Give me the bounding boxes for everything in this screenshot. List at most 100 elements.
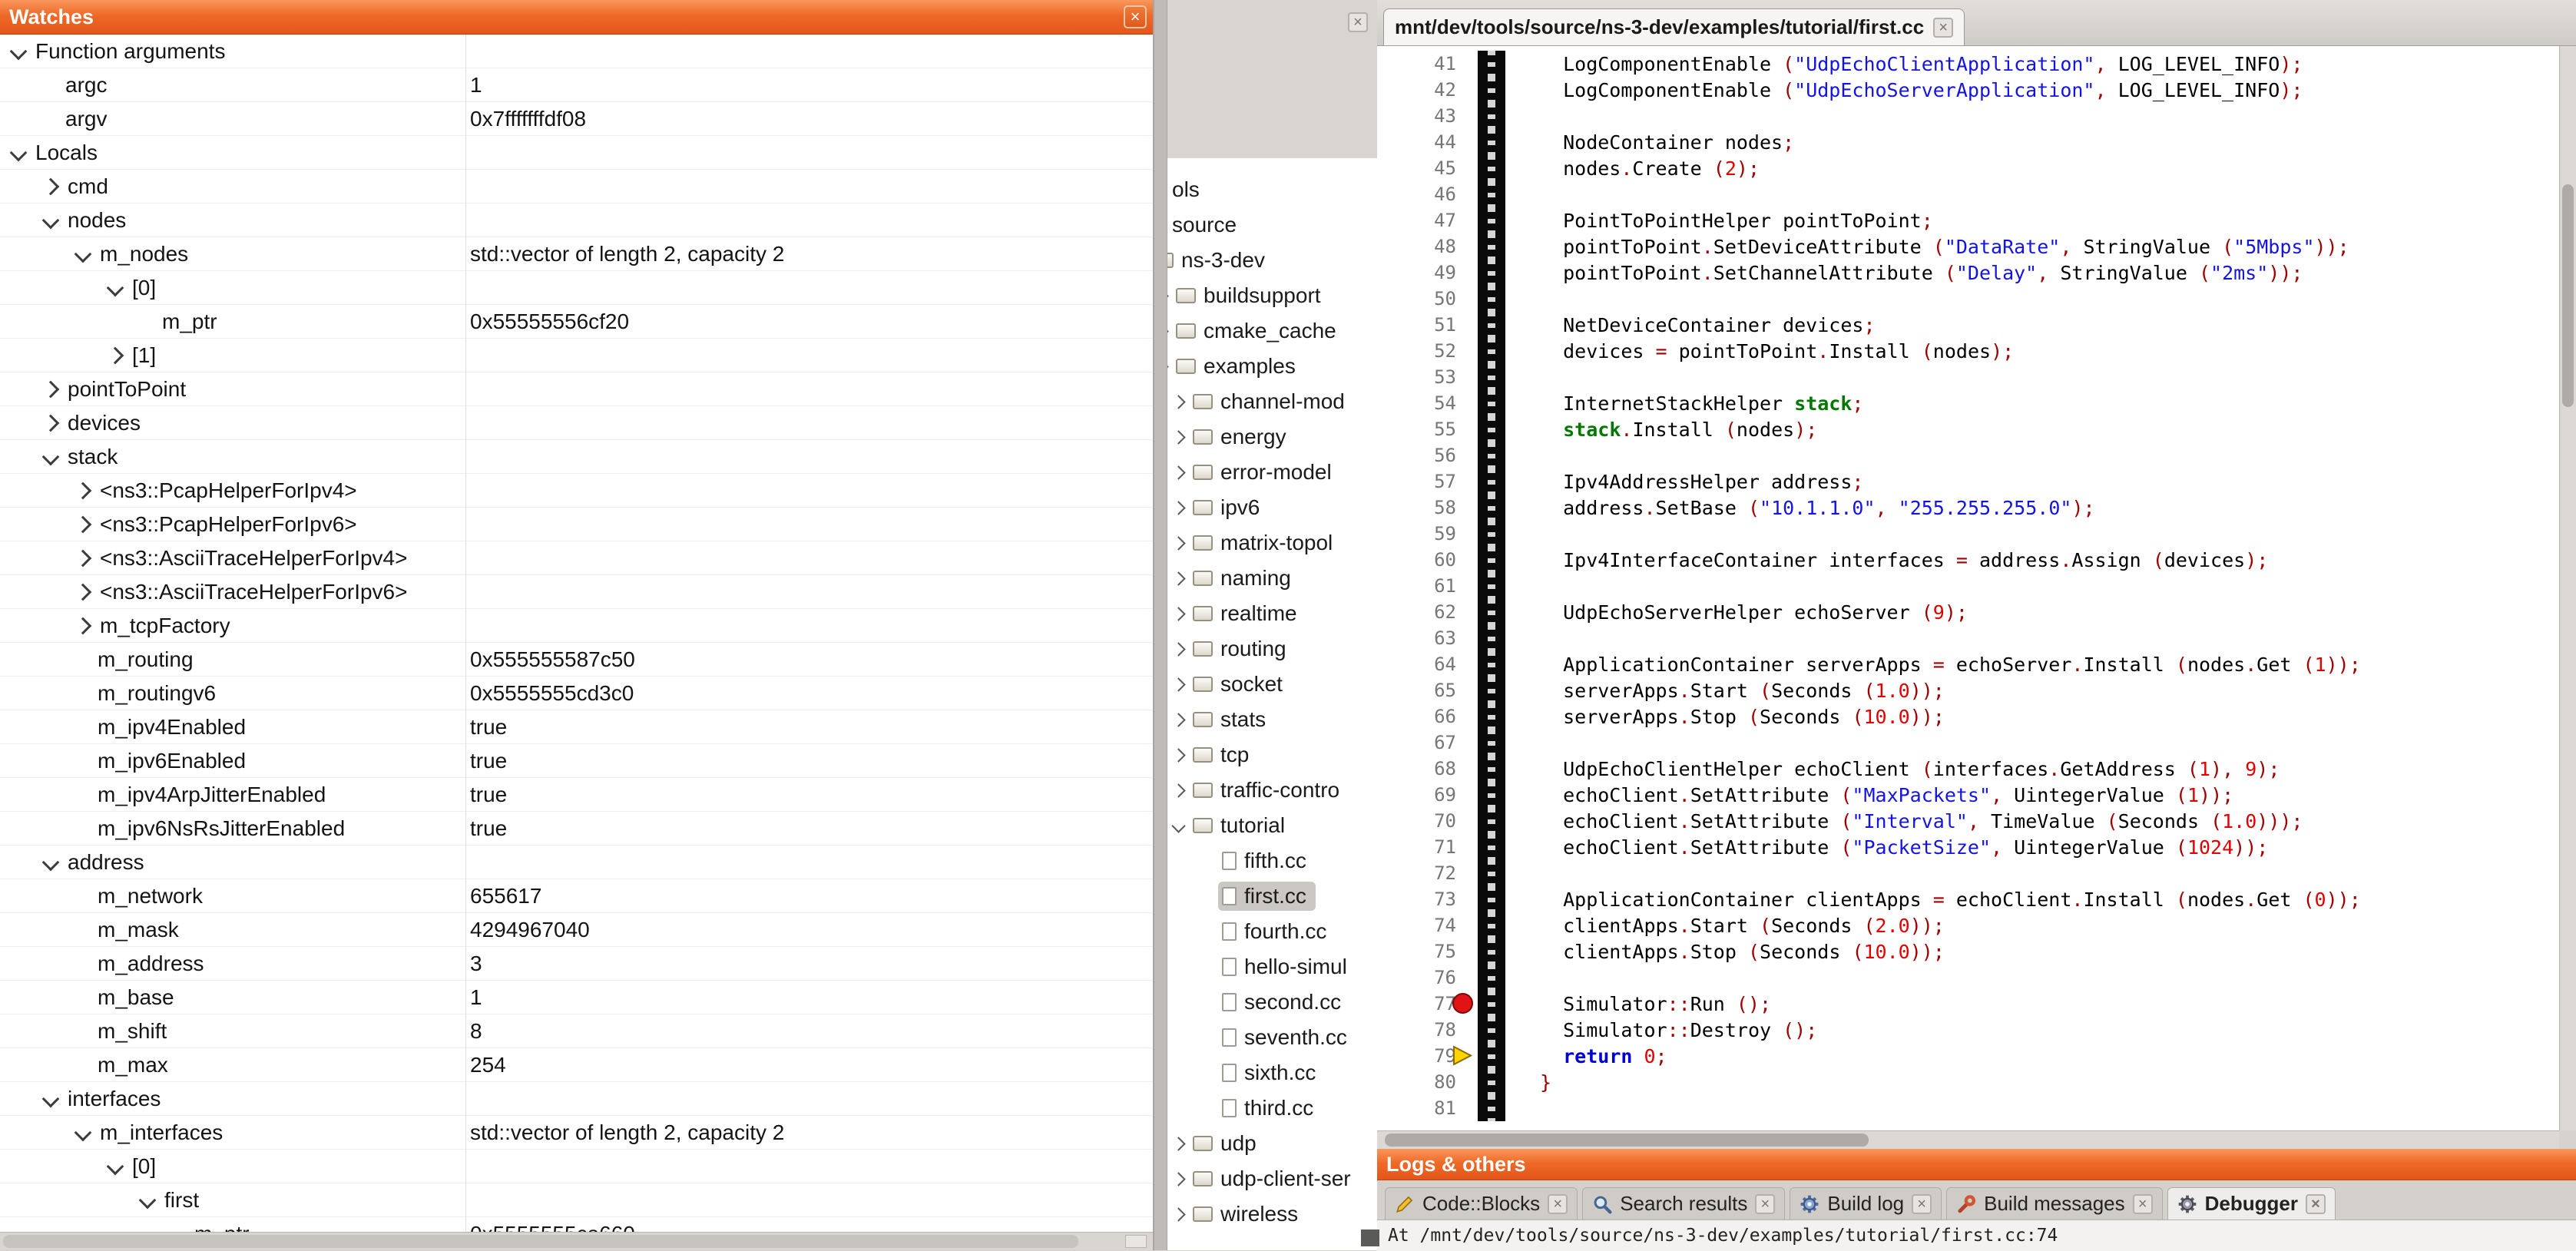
gutter-strip[interactable] — [1478, 912, 1505, 938]
chevron-collapsed-icon[interactable] — [1167, 324, 1169, 338]
code-line[interactable]: 63 — [1377, 625, 2559, 651]
tree-item[interactable]: naming — [1167, 561, 1377, 596]
tree-item[interactable]: examples — [1167, 349, 1377, 384]
close-icon[interactable]: × — [2306, 1194, 2326, 1214]
watch-row[interactable]: m_routingv60x5555555cd3c0 — [0, 677, 1153, 710]
code-line[interactable]: 70 echoClient.SetAttribute ("Interval", … — [1377, 808, 2559, 834]
code-line[interactable]: 44 NodeContainer nodes; — [1377, 129, 2559, 155]
code-line[interactable]: 61 — [1377, 573, 2559, 599]
gutter-strip[interactable] — [1478, 938, 1505, 965]
watch-row[interactable]: m_address3 — [0, 947, 1153, 981]
chevron-collapsed-icon[interactable] — [1171, 1207, 1185, 1221]
watch-row[interactable]: nodes — [0, 204, 1153, 237]
code-line[interactable]: 81 — [1377, 1095, 2559, 1121]
tree-item[interactable]: traffic-contro — [1167, 773, 1377, 808]
tree-item[interactable]: tcp — [1167, 737, 1377, 773]
line-number[interactable]: 81 — [1377, 1097, 1467, 1119]
line-number[interactable]: 51 — [1377, 314, 1467, 336]
code-line[interactable]: 74 clientApps.Start (Seconds (2.0)); — [1377, 912, 2559, 938]
close-icon[interactable]: × — [1755, 1194, 1775, 1214]
gutter-strip[interactable] — [1478, 468, 1505, 495]
line-number[interactable]: 64 — [1377, 654, 1467, 675]
code-line[interactable]: 45 nodes.Create (2); — [1377, 155, 2559, 181]
logs-tab-search-results[interactable]: Search results× — [1582, 1187, 1785, 1220]
close-icon[interactable]: × — [1912, 1194, 1932, 1214]
line-number[interactable]: 70 — [1377, 810, 1467, 832]
gutter-strip[interactable] — [1478, 547, 1505, 573]
watch-row[interactable]: m_ptr0x5555555ca660 — [0, 1217, 1153, 1233]
chevron-collapsed-icon[interactable] — [1171, 395, 1185, 409]
line-number[interactable]: 56 — [1377, 445, 1467, 466]
line-number[interactable]: 43 — [1377, 105, 1467, 127]
gutter-strip[interactable] — [1478, 1043, 1505, 1069]
chevron-collapsed-icon[interactable] — [74, 515, 92, 533]
code-line[interactable]: 54 InternetStackHelper stack; — [1377, 390, 2559, 416]
code-line[interactable]: 75 clientApps.Stop (Seconds (10.0)); — [1377, 938, 2559, 965]
line-number[interactable]: 50 — [1377, 288, 1467, 309]
code-line[interactable]: 50 — [1377, 286, 2559, 312]
line-number[interactable]: 46 — [1377, 184, 1467, 205]
line-number[interactable]: 57 — [1377, 471, 1467, 492]
chevron-expanded-icon[interactable] — [74, 245, 92, 263]
chevron-collapsed-icon[interactable] — [1171, 642, 1185, 656]
gutter-strip[interactable] — [1478, 521, 1505, 547]
watch-row[interactable]: [0] — [0, 1150, 1153, 1183]
tree-item[interactable]: second.cc — [1167, 985, 1377, 1020]
chevron-collapsed-icon[interactable] — [1171, 501, 1185, 515]
gutter-strip[interactable] — [1478, 756, 1505, 782]
line-number[interactable]: 62 — [1377, 601, 1467, 623]
tree-item[interactable]: third.cc — [1167, 1090, 1377, 1126]
watches-hscrollbar[interactable] — [0, 1232, 1153, 1250]
watch-row[interactable]: Function arguments — [0, 35, 1153, 68]
chevron-expanded-icon[interactable] — [10, 144, 28, 161]
chevron-collapsed-icon[interactable] — [1171, 465, 1185, 479]
gutter-strip[interactable] — [1478, 155, 1505, 181]
watch-row[interactable]: m_ipv6NsRsJitterEnabledtrue — [0, 812, 1153, 846]
tree-item[interactable]: ipv6 — [1167, 490, 1377, 525]
gutter-strip[interactable] — [1478, 573, 1505, 599]
tree-item[interactable]: routing — [1167, 631, 1377, 667]
gutter-strip[interactable] — [1478, 103, 1505, 129]
watch-row[interactable]: m_tcpFactory — [0, 609, 1153, 643]
scrollbar-thumb[interactable] — [1385, 1134, 1869, 1147]
chevron-expanded-icon[interactable] — [10, 42, 28, 60]
gutter-strip[interactable] — [1478, 495, 1505, 521]
gutter-strip[interactable] — [1478, 338, 1505, 364]
code-line[interactable]: 65 serverApps.Start (Seconds (1.0)); — [1377, 677, 2559, 703]
chevron-collapsed-icon[interactable] — [74, 482, 92, 499]
chevron-collapsed-icon[interactable] — [74, 549, 92, 567]
code-line[interactable]: 71 echoClient.SetAttribute ("PacketSize"… — [1377, 834, 2559, 860]
code-line[interactable]: 53 — [1377, 364, 2559, 390]
code-line[interactable]: 72 — [1377, 860, 2559, 886]
tree-item[interactable]: stats — [1167, 702, 1377, 737]
chevron-collapsed-icon[interactable] — [1171, 783, 1185, 797]
watch-row[interactable]: interfaces — [0, 1082, 1153, 1116]
logs-tab-code-blocks[interactable]: Code::Blocks× — [1385, 1187, 1578, 1220]
close-icon[interactable]: × — [1348, 12, 1368, 32]
gutter-strip[interactable] — [1478, 364, 1505, 390]
chevron-expanded-icon[interactable] — [42, 448, 60, 465]
gutter-strip[interactable] — [1478, 416, 1505, 442]
tree-item[interactable]: error-model — [1167, 455, 1377, 490]
line-number[interactable]: 73 — [1377, 889, 1467, 910]
code-line[interactable]: 64 ApplicationContainer serverApps = ech… — [1377, 651, 2559, 677]
chevron-expanded-icon[interactable] — [107, 1157, 124, 1175]
watch-row[interactable]: m_shift8 — [0, 1014, 1153, 1048]
gutter-strip[interactable] — [1478, 965, 1505, 991]
line-number[interactable]: 41 — [1377, 53, 1467, 74]
scrollbar-thumb[interactable] — [2562, 184, 2574, 407]
line-number[interactable]: 65 — [1377, 680, 1467, 701]
tree-item[interactable]: realtime — [1167, 596, 1377, 631]
tree-item[interactable]: udp-client-ser — [1167, 1161, 1377, 1196]
watch-row[interactable]: m_max254 — [0, 1048, 1153, 1082]
line-number[interactable]: 59 — [1377, 523, 1467, 544]
gutter-strip[interactable] — [1478, 233, 1505, 260]
chevron-expanded-icon[interactable] — [107, 279, 124, 296]
logs-tab-build-messages[interactable]: Build messages× — [1946, 1187, 2163, 1220]
chevron-expanded-icon[interactable] — [1171, 819, 1185, 832]
code-editor[interactable]: 41 LogComponentEnable ("UdpEchoClientApp… — [1377, 46, 2559, 1130]
close-icon[interactable]: × — [1548, 1194, 1568, 1214]
line-number[interactable]: 72 — [1377, 862, 1467, 884]
watch-row[interactable]: [1] — [0, 339, 1153, 372]
code-line[interactable]: 62 UdpEchoServerHelper echoServer (9); — [1377, 599, 2559, 625]
